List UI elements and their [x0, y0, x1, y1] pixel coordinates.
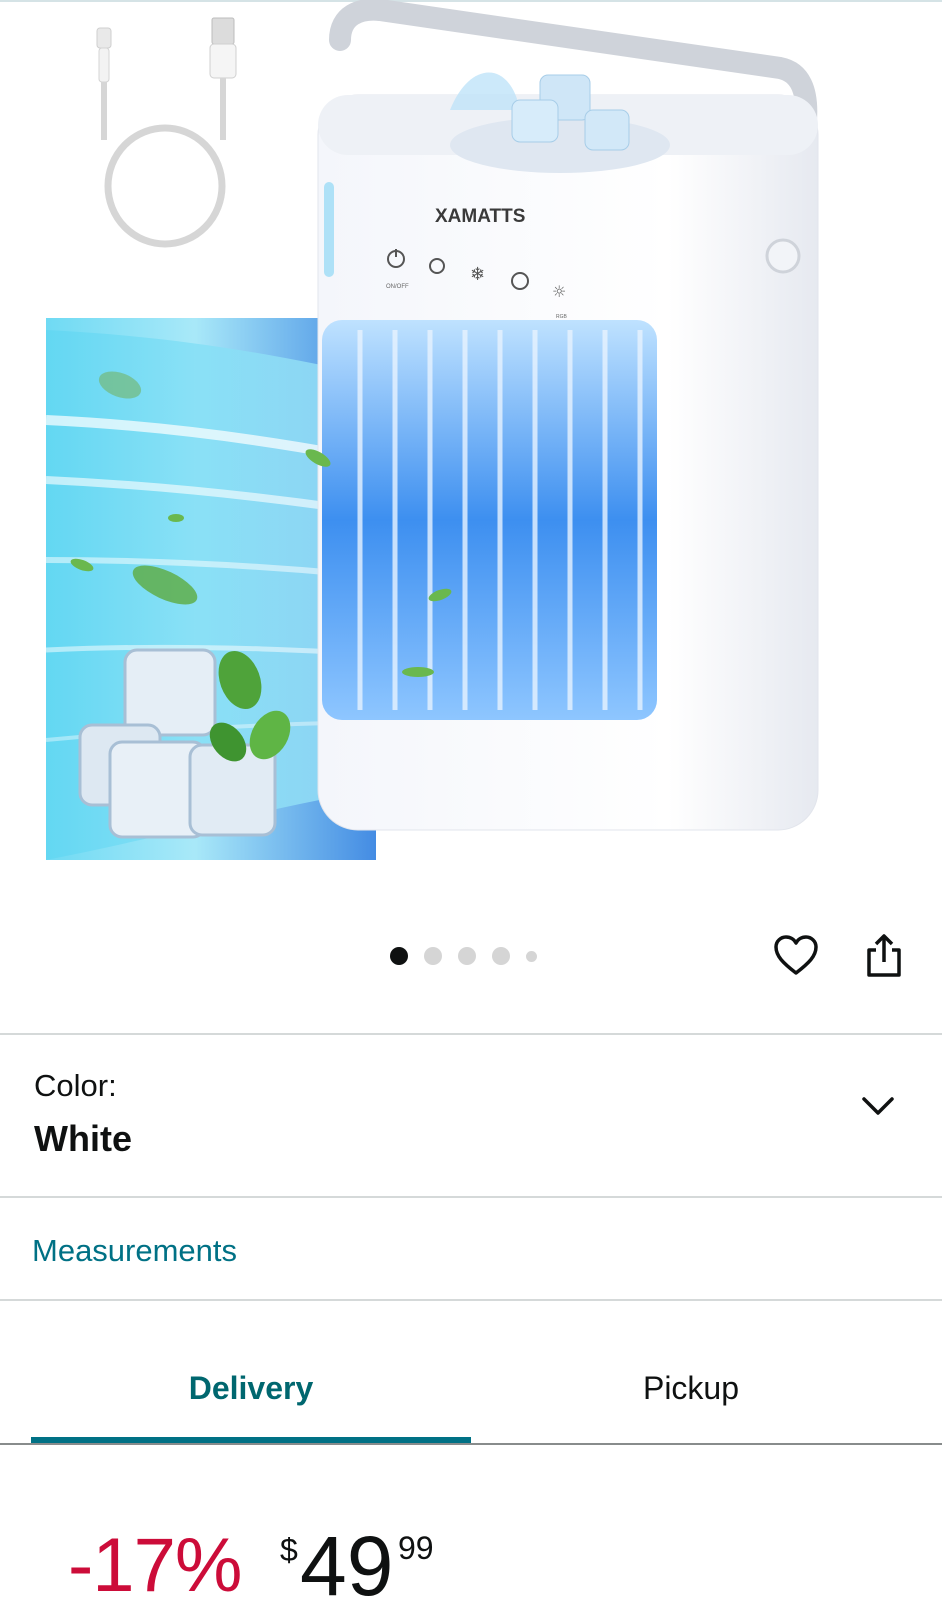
color-label: Color:	[34, 1068, 117, 1103]
divider	[0, 1033, 942, 1035]
chevron-down-icon	[862, 1097, 894, 1115]
svg-text:❄: ❄	[470, 264, 485, 285]
product-image[interactable]: XAMATTS ON/OFF ❄ ☼ RGB	[0, 0, 942, 880]
brand-text: XAMATTS	[435, 206, 525, 227]
on-off-label: ON/OFF	[386, 284, 409, 290]
divider	[0, 1299, 942, 1301]
rgb-label: RGB	[556, 314, 568, 320]
tab-pickup[interactable]: Pickup	[471, 1370, 911, 1407]
carousel-indicator[interactable]	[390, 946, 553, 966]
share-icon	[867, 934, 901, 977]
carousel-dot-2[interactable]	[424, 947, 442, 965]
usb-cable-illustration	[96, 17, 237, 248]
price-fraction: 99	[398, 1530, 434, 1566]
price-block: -17% $ 49 99	[68, 1518, 768, 1600]
tab-delivery[interactable]: Delivery	[31, 1370, 471, 1407]
carousel-dot-1[interactable]	[390, 947, 408, 965]
share-button[interactable]	[859, 930, 909, 980]
carousel-dot-5[interactable]	[526, 950, 537, 962]
divider	[0, 1196, 942, 1198]
carousel-dot-3[interactable]	[458, 947, 476, 965]
heart-icon	[774, 935, 818, 975]
tab-bar-divider	[0, 1443, 942, 1445]
price-currency-symbol: $	[280, 1532, 298, 1568]
air-cooler-body: XAMATTS ON/OFF ❄ ☼ RGB	[317, 0, 819, 831]
price-whole: 49	[300, 1519, 394, 1600]
svg-text:☼: ☼	[552, 282, 566, 301]
discount-percentage: -17%	[68, 1523, 242, 1600]
color-value: White	[34, 1118, 132, 1159]
color-selector[interactable]: Color: White	[0, 1036, 942, 1198]
carousel-dot-4[interactable]	[492, 947, 510, 965]
wishlist-button[interactable]	[771, 930, 821, 980]
measurements-link[interactable]: Measurements	[32, 1233, 237, 1269]
